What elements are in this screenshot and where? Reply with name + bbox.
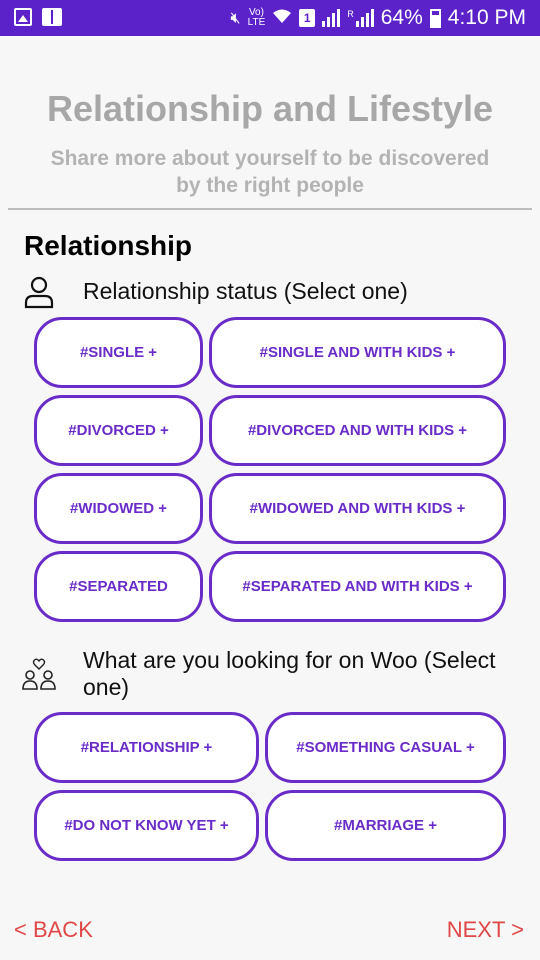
tag-separated-with-kids[interactable]: #SEPARATED AND WITH KIDS + (209, 551, 506, 622)
sim-indicator: 1 (299, 9, 316, 27)
tag-widowed-with-kids[interactable]: #WIDOWED AND WITH KIDS + (209, 473, 506, 544)
tag-something-casual[interactable]: #SOMETHING CASUAL + (265, 712, 506, 783)
tag-divorced-with-kids[interactable]: #DIVORCED AND WITH KIDS + (209, 395, 506, 466)
signal-icon (322, 9, 341, 27)
section-heading: Relationship (24, 230, 193, 261)
divider (8, 208, 532, 210)
book-notification-icon (42, 8, 62, 26)
back-button[interactable]: < BACK (14, 917, 93, 943)
question-looking-for: What are you looking for on Woo (Select … (22, 647, 513, 701)
person-icon (24, 276, 54, 309)
tag-single[interactable]: #SINGLE + (34, 317, 203, 388)
couple-heart-icon (22, 658, 56, 690)
status-bar: 🔇︎ Vo) LTE 1 R 64% 4:10 PM (0, 0, 540, 36)
tag-marriage[interactable]: #MARRIAGE + (265, 790, 506, 861)
wifi-icon (272, 8, 292, 28)
mute-icon: 🔇︎ (230, 8, 241, 27)
clock: 4:10 PM (447, 6, 526, 29)
question-label: What are you looking for on Woo (Select … (83, 647, 496, 700)
volte-indicator: Vo) LTE (247, 7, 266, 28)
page-subtitle: Share more about yourself to be discover… (50, 147, 490, 197)
battery-percent: 64% (380, 6, 423, 29)
page-title: Relationship and Lifestyle (46, 88, 494, 129)
gallery-notification-icon (14, 8, 32, 26)
tag-divorced[interactable]: #DIVORCED + (34, 395, 203, 466)
tag-separated[interactable]: #SEPARATED (34, 551, 203, 622)
battery-icon (429, 8, 441, 28)
question-relationship-status: Relationship status (Select one) (22, 276, 408, 310)
tag-do-not-know-yet[interactable]: #DO NOT KNOW YET + (34, 790, 259, 861)
roaming-signal-icon: R (347, 9, 374, 27)
tag-widowed[interactable]: #WIDOWED + (34, 473, 203, 544)
question-label: Relationship status (Select one) (83, 278, 408, 304)
tag-relationship[interactable]: #RELATIONSHIP + (34, 712, 259, 783)
tag-single-with-kids[interactable]: #SINGLE AND WITH KIDS + (209, 317, 506, 388)
next-button[interactable]: NEXT > (447, 917, 524, 943)
